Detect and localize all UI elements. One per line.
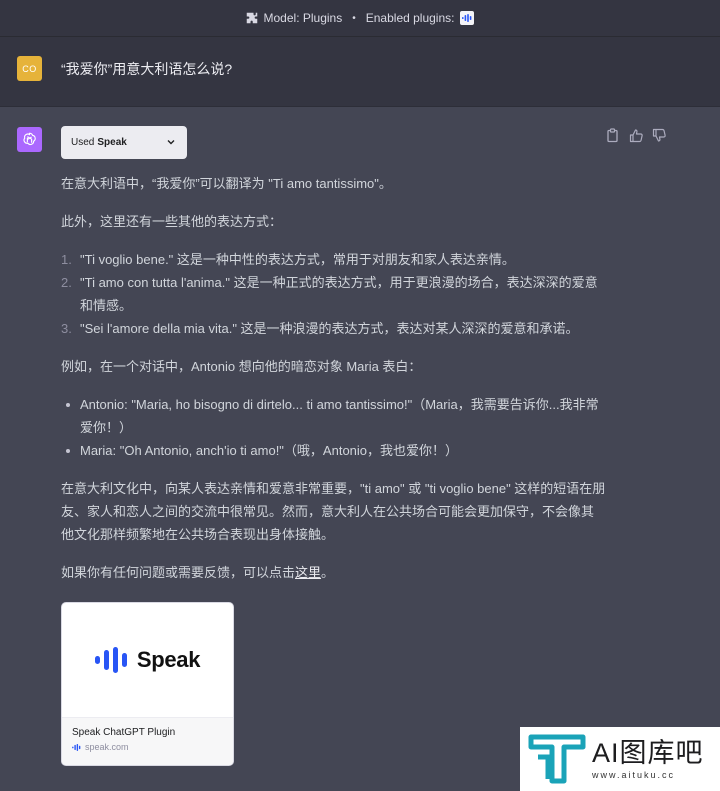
list-item: Antonio: "Maria, ho bisogno di dirtelo..… — [61, 393, 606, 439]
feedback-paragraph: 如果你有任何问题或需要反馈，可以点击这里。 — [61, 565, 335, 580]
card-domain: speak.com — [72, 742, 223, 752]
feedback-link[interactable]: 这里 — [295, 565, 321, 580]
watermark-url: www.aituku.cc — [592, 770, 676, 780]
speak-plugin-card[interactable]: Speak Speak ChatGPT Plugin speak.com — [61, 602, 234, 766]
list-item: Maria: "Oh Antonio, anch'io ti amo!"（哦，A… — [61, 439, 606, 462]
user-avatar: CO — [17, 56, 42, 81]
dialogue-list: Antonio: "Maria, ho bisogno di dirtelo..… — [61, 393, 606, 462]
speak-logo-icon — [94, 647, 127, 673]
used-plugin-dropdown[interactable]: Used Speak — [61, 126, 187, 159]
used-label: Used — [71, 137, 95, 148]
speak-favicon-icon — [72, 743, 81, 751]
user-message: “我爱你”用意大利语怎么说? — [61, 61, 233, 77]
watermark: AI图库吧 www.aituku.cc — [520, 727, 720, 791]
thumbs-down-icon[interactable] — [652, 128, 667, 143]
message-actions — [606, 128, 667, 143]
plugin-name: Speak — [97, 137, 127, 148]
list-item: 1. "Ti voglio bene." 这是一种中性的表达方式，常用于对朋友和家… — [61, 252, 515, 267]
copy-icon[interactable] — [606, 128, 621, 143]
separator: • — [352, 12, 356, 24]
chevron-down-icon — [167, 140, 175, 145]
model-label: Model: Plugins — [263, 11, 343, 25]
also-paragraph: 此外，这里还有一些其他的表达方式： — [61, 214, 283, 229]
speak-plugin-icon[interactable] — [460, 11, 475, 25]
list-item: 2. "Ti amo con tutta l'anima." 这是一种正式的表达方… — [61, 275, 598, 313]
card-title: Speak ChatGPT Plugin — [72, 727, 176, 738]
puzzle-icon — [246, 12, 257, 24]
expressions-list: 1. "Ti voglio bene." 这是一种中性的表达方式，常用于对朋友和家… — [61, 248, 606, 340]
intro-paragraph: 在意大利语中，“我爱你”可以翻译为 "Ti amo tantissimo"。 — [61, 176, 392, 191]
card-info: Speak ChatGPT Plugin speak.com — [62, 717, 233, 765]
user-message-row: CO “我爱你”用意大利语怎么说? — [0, 37, 720, 107]
speak-logo-text: Speak — [136, 647, 201, 672]
chatgpt-logo-icon — [17, 127, 42, 152]
watermark-title: AI图库吧 — [592, 738, 704, 768]
thumbs-up-icon[interactable] — [629, 128, 644, 143]
example-paragraph: 例如，在一个对话中，Antonio 想向他的暗恋对象 Maria 表白： — [61, 359, 422, 374]
enabled-plugins-label: Enabled plugins: — [365, 11, 455, 25]
list-item: 3. "Sei l'amore della mia vita." 这是一种浪漫的表… — [61, 321, 579, 336]
card-logo-area: Speak — [62, 603, 233, 717]
model-bar: Model: Plugins • Enabled plugins: — [0, 0, 720, 37]
watermark-logo-icon — [528, 734, 586, 784]
assistant-message: 在意大利语中，“我爱你”可以翻译为 "Ti amo tantissimo"。 此… — [61, 172, 606, 599]
culture-paragraph: 在意大利文化中，向某人表达亲情和爱意非常重要，"ti amo" 或 "ti vo… — [61, 481, 606, 542]
